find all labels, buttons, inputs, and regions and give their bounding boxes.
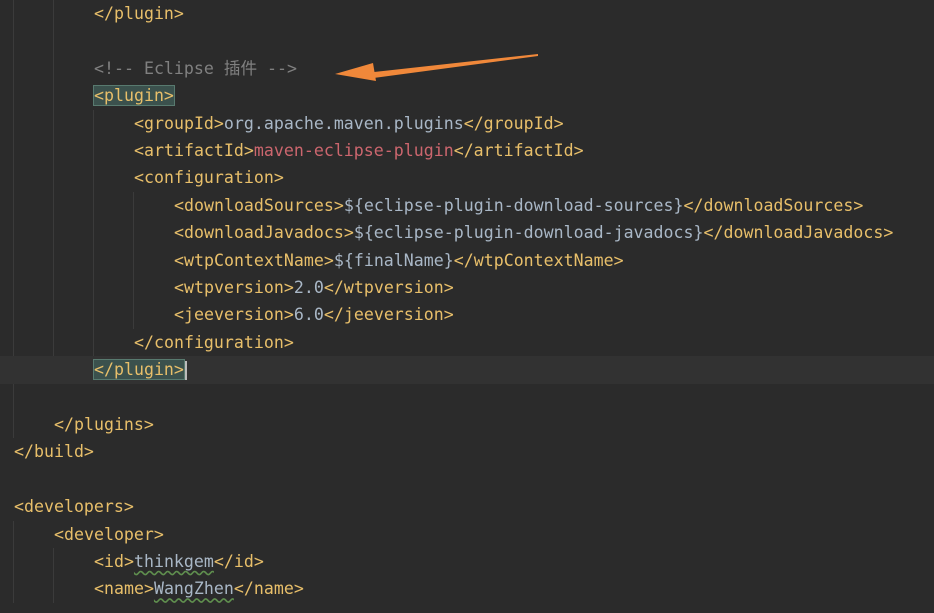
code-line[interactable]: </build>	[0, 438, 934, 465]
xml-text: org.apache.maven.plugins	[223, 113, 464, 133]
xml-tag: <wtpversion>	[174, 278, 294, 297]
code-line-content: </plugins>	[54, 411, 154, 438]
xml-tag: <jeeversion>	[174, 305, 294, 325]
code-line[interactable]	[0, 27, 934, 54]
xml-tag: <plugin>	[93, 85, 175, 107]
code-line[interactable]: <wtpversion>2.0</wtpversion>	[0, 274, 934, 301]
xml-text: 2.0	[293, 278, 324, 297]
xml-text: ${eclipse-plugin-download-sources}	[343, 195, 684, 215]
xml-tag: </plugins>	[54, 415, 154, 434]
xml-tag: </groupId>	[463, 113, 564, 133]
code-line-content: </plugin>	[93, 356, 187, 383]
code-line[interactable]: <downloadSources>${eclipse-plugin-downlo…	[0, 192, 934, 219]
xml-text: maven-eclipse-plugin	[253, 141, 454, 160]
xml-tag: </build>	[14, 442, 94, 462]
code-line[interactable]: <name>WangZhen</name>	[0, 575, 934, 602]
code-line-content: </plugin>	[94, 0, 184, 27]
xml-text: ${finalName}	[333, 250, 454, 270]
xml-tag: <configuration>	[134, 168, 284, 188]
code-line[interactable]: <!-- Eclipse 插件 -->	[0, 55, 934, 82]
xml-tag: </wtpversion>	[323, 278, 454, 297]
code-line-content: <wtpversion>2.0</wtpversion>	[174, 274, 454, 301]
code-line-content: <!-- Eclipse 插件 -->	[94, 55, 297, 82]
xml-text: thinkgem	[133, 552, 214, 571]
code-line-content: <plugin>	[93, 82, 175, 109]
code-line-content: <id>thinkgem</id>	[94, 548, 264, 575]
xml-tag: <downloadJavadocs>	[174, 223, 354, 243]
code-line[interactable]: <id>thinkgem</id>	[0, 548, 934, 575]
code-line-content: <groupId>org.apache.maven.plugins</group…	[134, 110, 564, 137]
xml-tag: <id>	[94, 552, 134, 571]
xml-tag: <developers>	[14, 497, 134, 517]
code-line-content: <name>WangZhen</name>	[94, 575, 304, 602]
code-line-content: <wtpContextName>${finalName}</wtpContext…	[174, 247, 624, 274]
code-line-content: <configuration>	[134, 164, 284, 191]
code-line[interactable]: <developers>	[0, 493, 934, 520]
code-line-content: </configuration>	[134, 329, 294, 356]
xml-tag: </configuration>	[134, 332, 294, 352]
xml-comment: <!-- Eclipse 插件 -->	[94, 58, 298, 78]
xml-tag: </id>	[213, 552, 264, 571]
code-line-content: <artifactId>maven-eclipse-plugin</artifa…	[134, 137, 584, 164]
code-line[interactable]: <wtpContextName>${finalName}</wtpContext…	[0, 247, 934, 274]
xml-tag: </downloadJavadocs>	[703, 223, 894, 243]
xml-tag: </jeeversion>	[323, 305, 454, 325]
text-caret	[184, 361, 187, 381]
xml-tag: <downloadSources>	[174, 195, 344, 215]
code-line[interactable]: </plugins>	[0, 411, 934, 438]
code-line[interactable]: </plugin>	[0, 0, 934, 27]
code-line-content: <downloadJavadocs>${eclipse-plugin-downl…	[174, 219, 893, 246]
xml-tag: <developer>	[54, 524, 164, 544]
code-line[interactable]: </plugin>	[0, 356, 934, 384]
xml-tag: <wtpContextName>	[174, 250, 334, 270]
xml-tag: </wtpContextName>	[453, 250, 624, 270]
code-line-content: </build>	[14, 438, 94, 465]
xml-text: ${eclipse-plugin-download-javadocs}	[353, 223, 704, 243]
code-line[interactable]	[0, 466, 934, 493]
code-line-content: <developers>	[14, 493, 134, 520]
code-line-content: <jeeversion>6.0</jeeversion>	[174, 301, 454, 328]
code-editor[interactable]: </plugin> <!-- Eclipse 插件 --> <plugin> <gro…	[0, 0, 934, 613]
xml-tag: </name>	[233, 579, 304, 599]
xml-text: WangZhen	[153, 579, 234, 599]
xml-tag: </plugin>	[93, 359, 185, 381]
xml-tag: <groupId>	[134, 113, 224, 133]
code-line[interactable]	[0, 384, 934, 411]
code-line[interactable]: <configuration>	[0, 164, 934, 191]
xml-tag: </downloadSources>	[683, 195, 864, 215]
xml-text: 6.0	[293, 305, 324, 325]
code-line[interactable]: <developer>	[0, 521, 934, 548]
code-line[interactable]: <jeeversion>6.0</jeeversion>	[0, 301, 934, 328]
xml-tag: <artifactId>	[134, 141, 254, 160]
code-line-content: <downloadSources>${eclipse-plugin-downlo…	[174, 192, 863, 219]
code-line[interactable]: <plugin>	[0, 82, 934, 109]
code-line[interactable]: </configuration>	[0, 329, 934, 356]
code-line-content: <developer>	[54, 521, 164, 548]
xml-tag: </artifactId>	[453, 141, 584, 160]
xml-tag: </plugin>	[94, 4, 184, 23]
code-line[interactable]: <groupId>org.apache.maven.plugins</group…	[0, 110, 934, 137]
code-line[interactable]: <downloadJavadocs>${eclipse-plugin-downl…	[0, 219, 934, 246]
code-line[interactable]: <artifactId>maven-eclipse-plugin</artifa…	[0, 137, 934, 164]
xml-tag: <name>	[94, 579, 154, 599]
